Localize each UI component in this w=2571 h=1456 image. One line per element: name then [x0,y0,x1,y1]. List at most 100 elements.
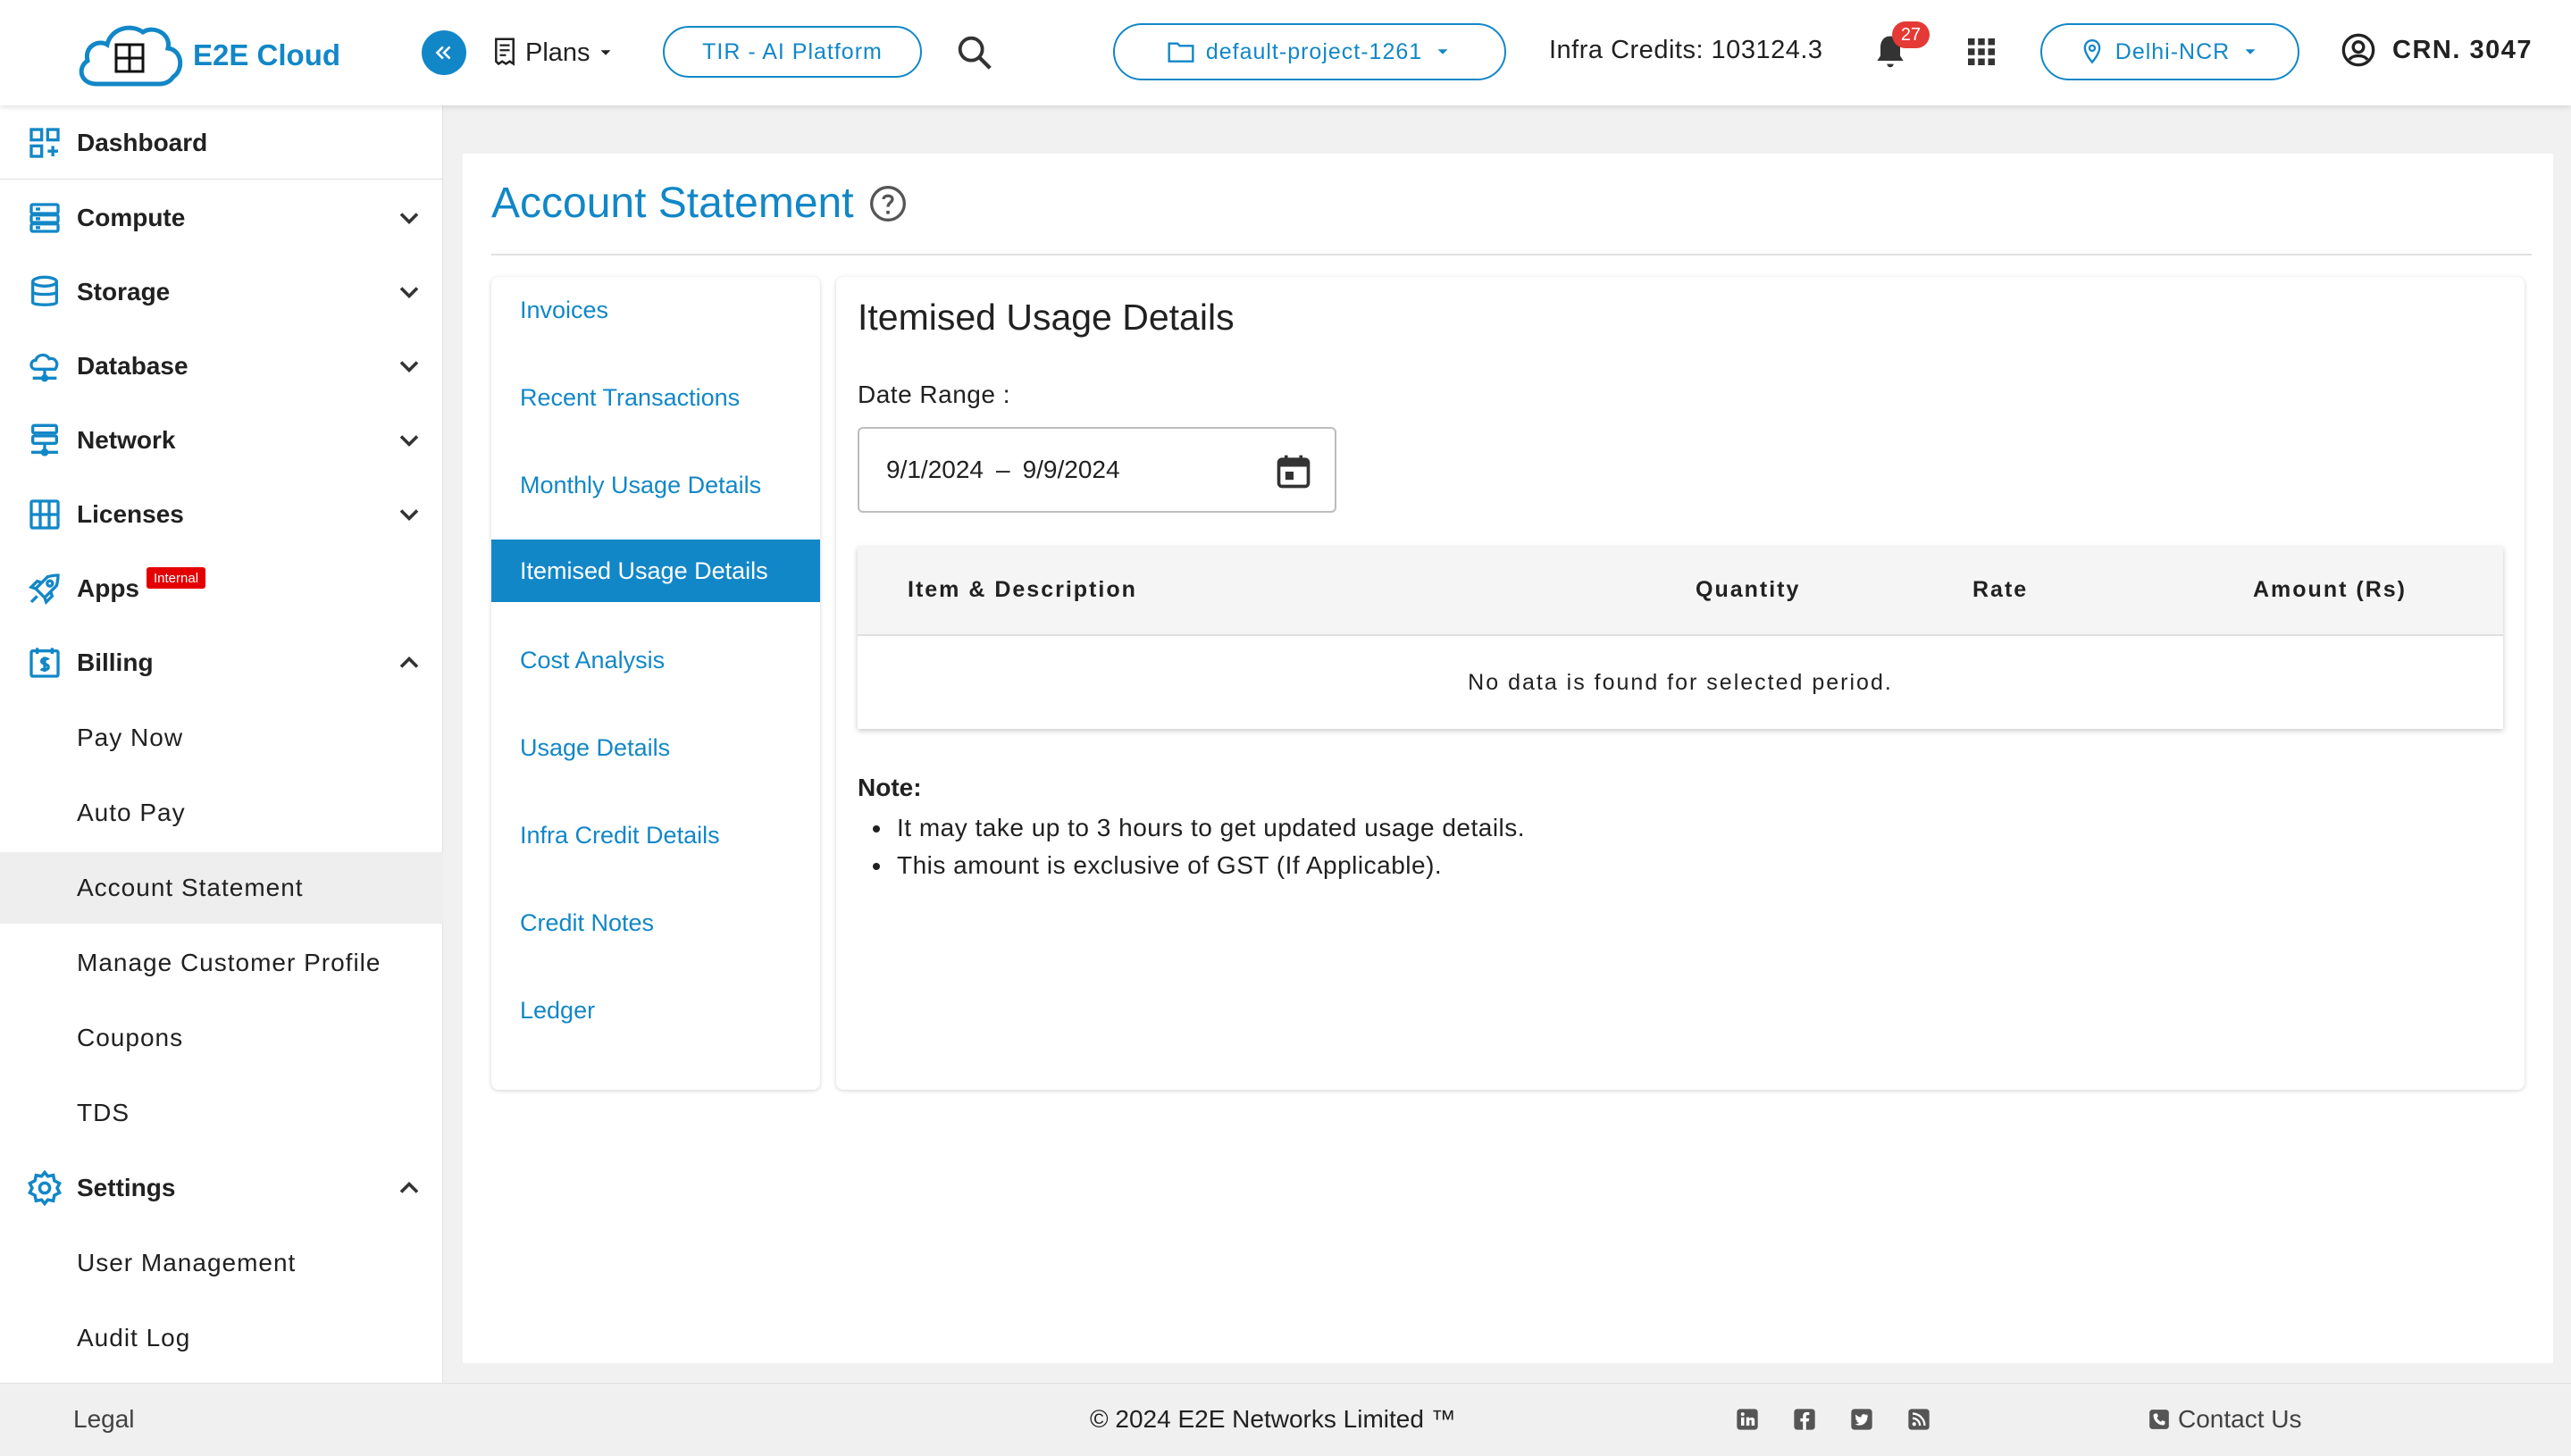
sidebar-item-coupons[interactable]: Coupons [0,1002,443,1074]
sidebar-item-settings[interactable]: Settings [0,1152,443,1224]
region-selector[interactable]: Delhi-NCR [2040,23,2299,80]
sidebar-item-label: Network [77,426,176,454]
internal-badge: Internal [147,567,206,589]
account-menu[interactable]: CRN. 3047 [2341,32,2533,68]
facebook-icon[interactable] [1792,1407,1817,1432]
submenu-ledger[interactable]: Ledger [491,979,820,1042]
project-selector[interactable]: default-project-1261 [1113,23,1506,80]
submenu-cost-analysis[interactable]: Cost Analysis [491,629,820,691]
sidebar-item-storage[interactable]: Storage [0,256,443,328]
brand-name: E2E Cloud [193,38,341,71]
sidebar-item-label: Database [77,352,188,380]
sidebar-item-compute[interactable]: Compute [0,182,443,254]
submenu-usage-details[interactable]: Usage Details [491,716,820,779]
plans-label: Plans [525,38,590,67]
tir-platform-button[interactable]: TIR - AI Platform [663,26,922,78]
sidebar-item-label: User Management [77,1249,297,1276]
chevron-down-icon [399,361,419,373]
contact-us-link[interactable]: Contact Us [2148,1405,2302,1434]
collapse-sidebar-button[interactable] [422,30,466,75]
date-separator: – [996,456,1010,483]
submenu-monthly-usage-details[interactable]: Monthly Usage Details [491,454,820,516]
sidebar-item-billing[interactable]: Billing [0,627,443,699]
chevron-down-icon [399,435,419,448]
caret-down-icon [1437,49,1448,54]
linkedin-icon[interactable] [1735,1407,1760,1432]
gear-icon [25,1168,64,1208]
account-label: CRN. 3047 [2392,35,2533,64]
chevron-up-icon [399,656,419,668]
footer: Legal © 2024 E2E Networks Limited ™ Cont… [0,1383,2571,1456]
contact-us-label: Contact Us [2178,1405,2302,1433]
logo[interactable]: E2E Cloud [75,18,343,93]
network-icon [25,421,64,460]
note-title: Note: [858,774,922,801]
sidebar-item-tds[interactable]: TDS [0,1077,443,1149]
region-label: Delhi-NCR [2115,38,2231,64]
submenu-recent-transactions[interactable]: Recent Transactions [491,366,820,429]
server-icon [25,198,64,238]
legal-link[interactable]: Legal [73,1405,135,1434]
sidebar-item-label: Settings [77,1174,176,1201]
license-icon [25,495,64,534]
cloud-logo-icon [79,25,183,87]
cloud-database-icon [25,347,64,386]
search-button[interactable] [954,32,995,73]
apps-grid-button[interactable] [1965,36,1997,68]
top-bar: E2E Cloud Plans TIR - AI Platform defaul… [0,0,2571,105]
project-label: default-project-1261 [1205,38,1423,64]
submenu-invoices[interactable]: Invoices [491,279,820,341]
caret-down-icon [2245,49,2256,54]
sidebar: Dashboard Compute Storage Database Netwo… [0,105,443,1383]
chevron-up-icon [399,1181,419,1193]
submenu-credit-notes[interactable]: Credit Notes [491,891,820,954]
notifications-button[interactable]: 27 [1871,21,1930,75]
sidebar-item-label: TDS [77,1099,130,1126]
sidebar-item-apps[interactable]: Apps Internal [0,553,443,624]
sidebar-item-database[interactable]: Database [0,331,443,402]
sidebar-item-label: Audit Log [77,1324,191,1351]
title-divider [491,254,2532,255]
user-circle-icon [2341,33,2375,67]
date-range-picker[interactable]: 9/1/2024 – 9/9/2024 [858,427,1336,513]
empty-table-message: No data is found for selected period. [1468,669,1893,695]
sidebar-item-label: Manage Customer Profile [77,949,381,976]
table-header: Item & Description Quantity Rate Amount … [858,547,2503,636]
twitter-icon[interactable] [1849,1407,1874,1432]
usage-table: Item & Description Quantity Rate Amount … [858,547,2503,729]
double-chevron-left-icon [435,46,451,60]
plans-menu[interactable]: Plans [490,32,616,73]
sidebar-item-auto-pay[interactable]: Auto Pay [0,777,443,849]
folder-icon [1168,42,1194,63]
help-circle-icon[interactable] [868,184,908,223]
calendar-icon[interactable] [1274,452,1313,491]
chevron-down-icon [399,509,419,522]
sidebar-item-account-statement[interactable]: Account Statement [0,852,443,924]
sidebar-item-label: Licenses [77,500,184,528]
phone-icon [2149,1410,2169,1429]
submenu-infra-credit-details[interactable]: Infra Credit Details [491,804,820,866]
receipt-icon [495,38,515,66]
sidebar-item-label: Storage [77,278,171,305]
date-start: 9/1/2024 [886,456,984,483]
note-list: It may take up to 3 hours to get updated… [893,809,1525,884]
note-item: This amount is exclusive of GST (If Appl… [893,847,1525,884]
sidebar-item-user-management[interactable]: User Management [0,1227,443,1299]
itemised-usage-card: Itemised Usage Details Date Range : 9/1/… [836,277,2525,1090]
rss-icon[interactable] [1906,1407,1931,1432]
sidebar-item-audit-log[interactable]: Audit Log [0,1302,443,1374]
sidebar-item-label: Dashboard [77,129,208,156]
chevron-down-icon [399,213,419,225]
sidebar-item-manage-customer-profile[interactable]: Manage Customer Profile [0,927,443,999]
page-title: Account Statement [491,179,908,228]
submenu-itemised-usage-details[interactable]: Itemised Usage Details [491,540,820,602]
date-range-label: Date Range : [858,381,1010,408]
date-end: 9/9/2024 [1022,456,1120,483]
search-icon [958,36,992,70]
sidebar-item-network[interactable]: Network [0,405,443,476]
rocket-icon [25,569,64,608]
sidebar-item-pay-now[interactable]: Pay Now [0,702,443,774]
sidebar-item-licenses[interactable]: Licenses [0,479,443,550]
sidebar-item-dashboard[interactable]: Dashboard [0,107,443,179]
copyright-text: © 2024 E2E Networks Limited ™ [1090,1405,1456,1433]
